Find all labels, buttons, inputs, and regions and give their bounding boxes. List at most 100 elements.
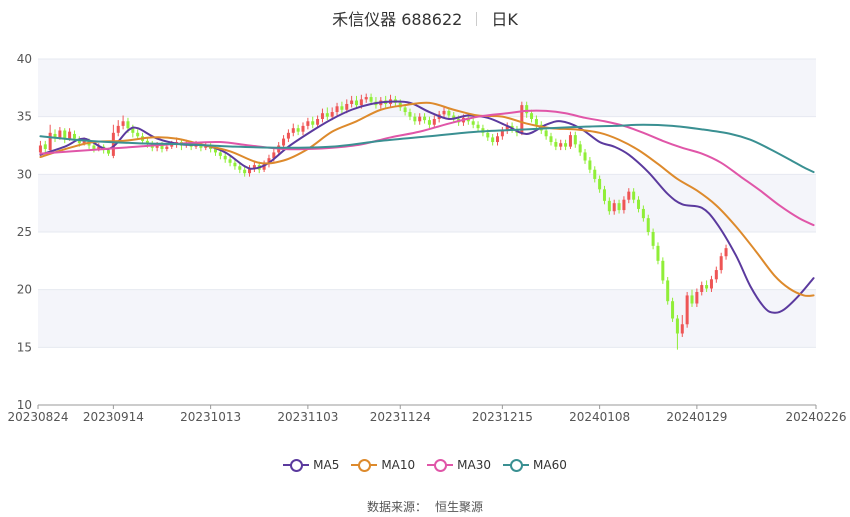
candle xyxy=(573,131,577,148)
candle-body xyxy=(116,125,120,133)
candle-body xyxy=(525,105,529,114)
candle-body xyxy=(48,132,52,151)
candle-body xyxy=(690,295,694,304)
candle xyxy=(63,128,67,144)
candle-body xyxy=(136,132,140,137)
candle-body xyxy=(646,218,650,232)
candle-body xyxy=(301,125,305,132)
candle xyxy=(116,120,120,137)
y-axis: 10152025303540 xyxy=(17,52,32,412)
candle-body xyxy=(641,208,645,219)
data-source: 数据来源： 恒生聚源 xyxy=(0,498,850,515)
candle-body xyxy=(656,245,660,261)
candle-body xyxy=(296,128,300,132)
candle-body xyxy=(63,130,67,139)
legend: MA5 MA10 MA30 MA60 xyxy=(0,458,850,472)
candle-body xyxy=(588,160,592,170)
candle-body xyxy=(695,291,699,304)
candle-body xyxy=(724,248,728,257)
candle-body xyxy=(719,256,723,271)
candle-body xyxy=(359,99,363,106)
candle xyxy=(491,133,495,146)
legend-item-ma60[interactable]: MA60 xyxy=(503,458,567,472)
y-tick-label: 20 xyxy=(17,283,32,297)
candle-body xyxy=(423,116,427,121)
candle-body xyxy=(238,166,242,170)
legend-item-ma5[interactable]: MA5 xyxy=(283,458,339,472)
candle-body xyxy=(364,97,368,100)
candle-body xyxy=(530,113,534,119)
candle-body xyxy=(369,97,373,102)
y-tick-label: 30 xyxy=(17,167,32,181)
candle xyxy=(656,242,660,265)
candle-body xyxy=(282,138,286,146)
candle-body xyxy=(160,145,164,149)
candle-body xyxy=(709,279,713,289)
candle-body xyxy=(354,100,359,106)
x-axis: 20230824 20230914 20231013 20231103 20231124… xyxy=(7,404,847,424)
candle xyxy=(476,121,480,132)
candle xyxy=(719,252,723,274)
series-line-ma60 xyxy=(39,123,815,174)
kline-chart: 10152025303540 20230824 20230914 20231013 2… xyxy=(7,52,847,424)
legend-marker-icon xyxy=(351,458,378,472)
legend-label: MA60 xyxy=(533,458,567,472)
candle-body xyxy=(68,131,72,139)
candle-body xyxy=(311,121,315,125)
background-band xyxy=(38,59,816,117)
candle-body xyxy=(714,270,718,280)
legend-item-ma10[interactable]: MA10 xyxy=(351,458,415,472)
candle xyxy=(291,123,295,137)
candle-body xyxy=(335,106,339,113)
candle-body xyxy=(476,124,480,129)
legend-marker-icon xyxy=(503,458,530,472)
candle xyxy=(714,266,718,283)
candle xyxy=(671,297,675,322)
x-tick-label: 20230824 xyxy=(7,410,68,424)
candle xyxy=(286,129,290,143)
candle-body xyxy=(126,121,130,129)
candle-body xyxy=(92,145,96,149)
candle xyxy=(661,257,665,284)
candle-body xyxy=(622,199,626,211)
legend-item-ma30[interactable]: MA30 xyxy=(427,458,491,472)
candle-body xyxy=(680,324,684,334)
candle-body xyxy=(661,260,665,281)
x-tick-label: 20231124 xyxy=(370,410,431,424)
candle-body xyxy=(442,110,446,115)
candle xyxy=(471,117,475,129)
candle-body xyxy=(345,103,349,110)
y-tick-label: 35 xyxy=(17,110,32,124)
y-tick-label: 40 xyxy=(17,52,32,66)
candle xyxy=(666,276,670,305)
candle xyxy=(685,291,689,328)
candle-body xyxy=(495,136,500,143)
candle xyxy=(43,140,47,154)
candle-body xyxy=(486,132,490,138)
candle xyxy=(724,244,728,260)
candle xyxy=(427,116,431,129)
candle-body xyxy=(627,191,631,200)
x-tick-label: 20231103 xyxy=(277,410,338,424)
candle-body xyxy=(121,121,125,126)
candle-body xyxy=(403,107,407,113)
candle-body xyxy=(38,145,42,153)
candle xyxy=(583,148,587,164)
candle-body xyxy=(233,162,237,167)
source-provider: 恒生聚源 xyxy=(435,500,484,514)
candle-body xyxy=(320,113,324,119)
candle-body xyxy=(534,118,538,125)
candle-body xyxy=(413,116,417,122)
candle-body xyxy=(593,169,597,179)
candle-body xyxy=(491,137,495,143)
candle xyxy=(48,124,52,153)
candle-body xyxy=(243,169,247,174)
candle-body xyxy=(223,155,227,160)
legend-marker-icon xyxy=(427,458,454,472)
candle-body xyxy=(602,189,606,201)
legend-label: MA30 xyxy=(457,458,492,472)
legend-label: MA10 xyxy=(381,458,416,472)
x-tick-label: 20231013 xyxy=(180,410,241,424)
candle-body xyxy=(286,132,290,139)
candle-body xyxy=(637,199,641,209)
